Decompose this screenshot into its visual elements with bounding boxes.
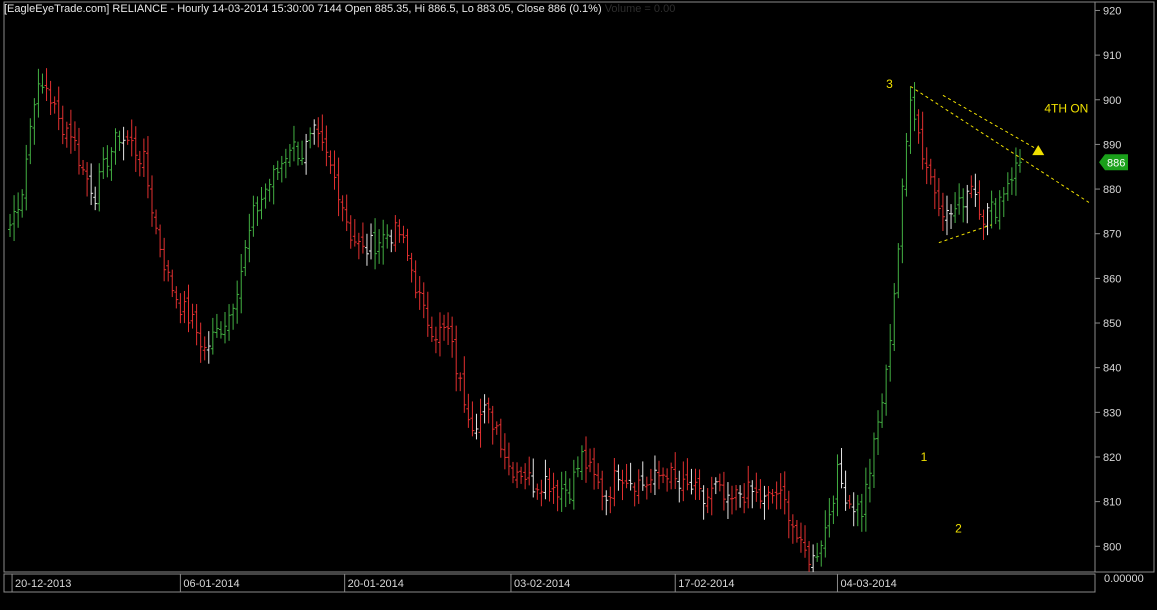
y-tick-label: 840 — [1103, 363, 1121, 375]
x-tick-label: 04-03-2014 — [840, 578, 896, 590]
y-tick-label: 880 — [1103, 184, 1121, 196]
price-chart: 800 810 820 830 840 850 860 870 880 890 900 910 920 0… — [0, 0, 1157, 605]
annotation-label: 4TH ON — [1044, 102, 1088, 116]
annotation-label: 1 — [921, 450, 928, 464]
y-tick-label: 910 — [1103, 50, 1121, 62]
arrow-icon — [1032, 145, 1045, 156]
y-tick-label: 920 — [1103, 5, 1121, 17]
y-tick-label: 860 — [1103, 273, 1121, 285]
y-tick-label: 800 — [1103, 541, 1121, 553]
x-tick-label: 17-02-2014 — [678, 578, 734, 590]
x-tick-label: 20-12-2013 — [15, 578, 71, 590]
chart-header: [EagleEyeTrade.com] RELIANCE - Hourly 14… — [4, 3, 675, 15]
trendline — [942, 94, 1041, 152]
price-axis-frame — [1094, 1, 1155, 573]
y-tick-label: 900 — [1103, 95, 1121, 107]
annotation-label: 2 — [955, 521, 962, 535]
volume-text: Volume = 0.00 — [604, 3, 676, 15]
y-tick-label: 870 — [1103, 229, 1121, 241]
x-tick-label: 20-01-2014 — [348, 578, 404, 590]
volume-axis-label: 0.00000 — [1104, 573, 1144, 585]
y-tick-label: 890 — [1103, 139, 1121, 151]
y-tick-label: 810 — [1103, 497, 1121, 509]
y-tick-label: 830 — [1103, 407, 1121, 419]
annotation-label: 3 — [886, 77, 893, 91]
header-text: [EagleEyeTrade.com] RELIANCE - Hourly 14… — [4, 3, 602, 15]
y-tick-label: 850 — [1103, 318, 1121, 330]
price-badge-label: 886 — [1107, 157, 1125, 169]
x-tick-label: 06-01-2014 — [183, 578, 239, 590]
x-tick-label: 03-02-2014 — [514, 578, 570, 590]
chart-canvas: 800 810 820 830 840 850 860 870 880 890 900 910 920 0… — [3, 1, 1155, 593]
y-tick-label: 820 — [1103, 452, 1121, 464]
